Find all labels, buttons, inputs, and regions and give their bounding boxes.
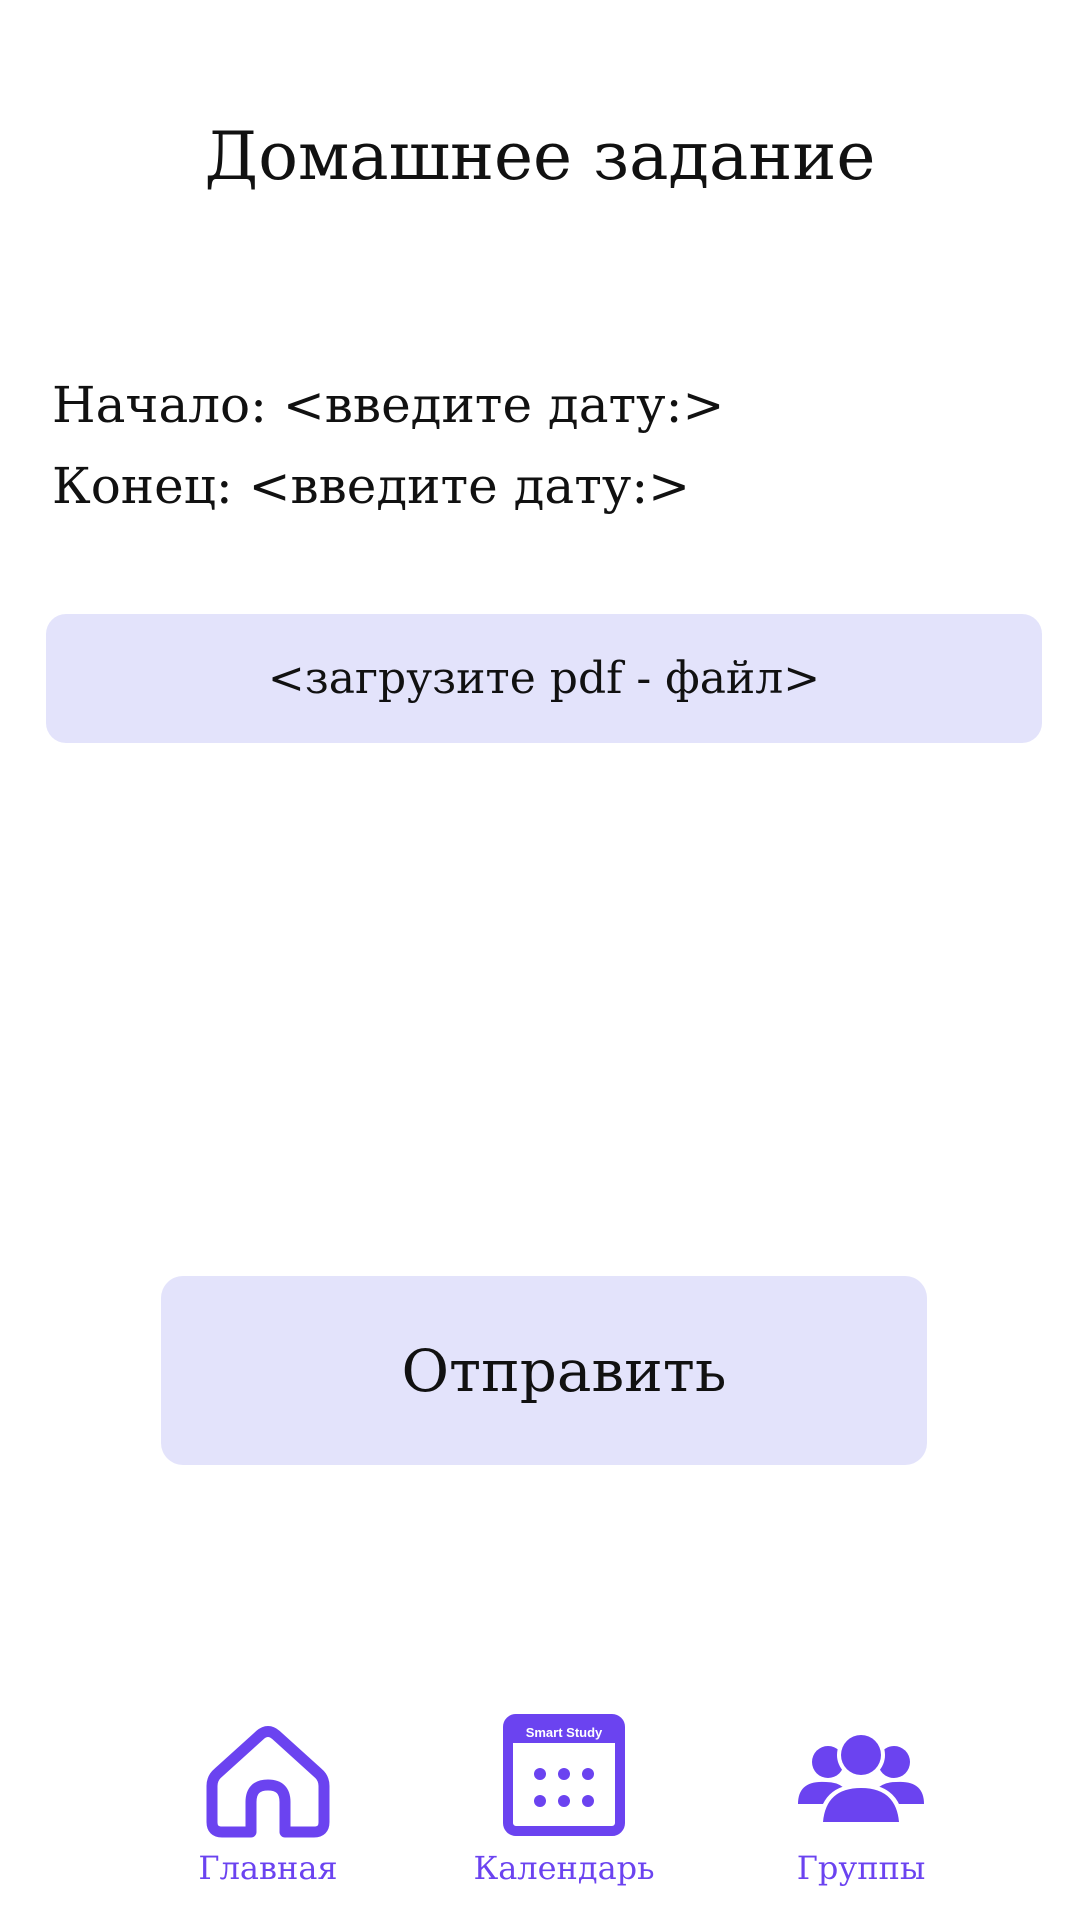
pdf-upload-label: <загрузите pdf - файл> — [267, 653, 821, 704]
nav-label-groups: Группы — [796, 1849, 926, 1887]
homework-screen: Домашнее задание Начало: <введите дату:>… — [0, 0, 1080, 1920]
nav-item-groups[interactable]: Группы — [731, 1700, 991, 1900]
submit-button-label: Отправить — [401, 1336, 727, 1405]
nav-item-home[interactable]: Главная — [138, 1700, 398, 1900]
submit-button[interactable]: Отправить — [161, 1276, 927, 1465]
nav-item-calendar[interactable]: Smart Study Календарь — [434, 1700, 694, 1900]
pdf-upload-button[interactable]: <загрузите pdf - файл> — [46, 614, 1042, 743]
page-title: Домашнее задание — [204, 118, 876, 195]
calendar-icon-text: Smart Study — [526, 1725, 603, 1740]
start-date-field[interactable]: Начало: <введите дату:> — [52, 372, 724, 438]
nav-label-home: Главная — [198, 1849, 338, 1887]
bottom-navigation: Главная Smart Study Календарь Группы — [0, 1700, 1080, 1900]
group-icon — [798, 1731, 924, 1826]
calendar-icon: Smart Study — [503, 1714, 625, 1836]
nav-label-calendar: Календарь — [473, 1849, 655, 1887]
home-icon — [206, 1726, 330, 1838]
end-date-field[interactable]: Конец: <введите дату:> — [52, 453, 690, 519]
